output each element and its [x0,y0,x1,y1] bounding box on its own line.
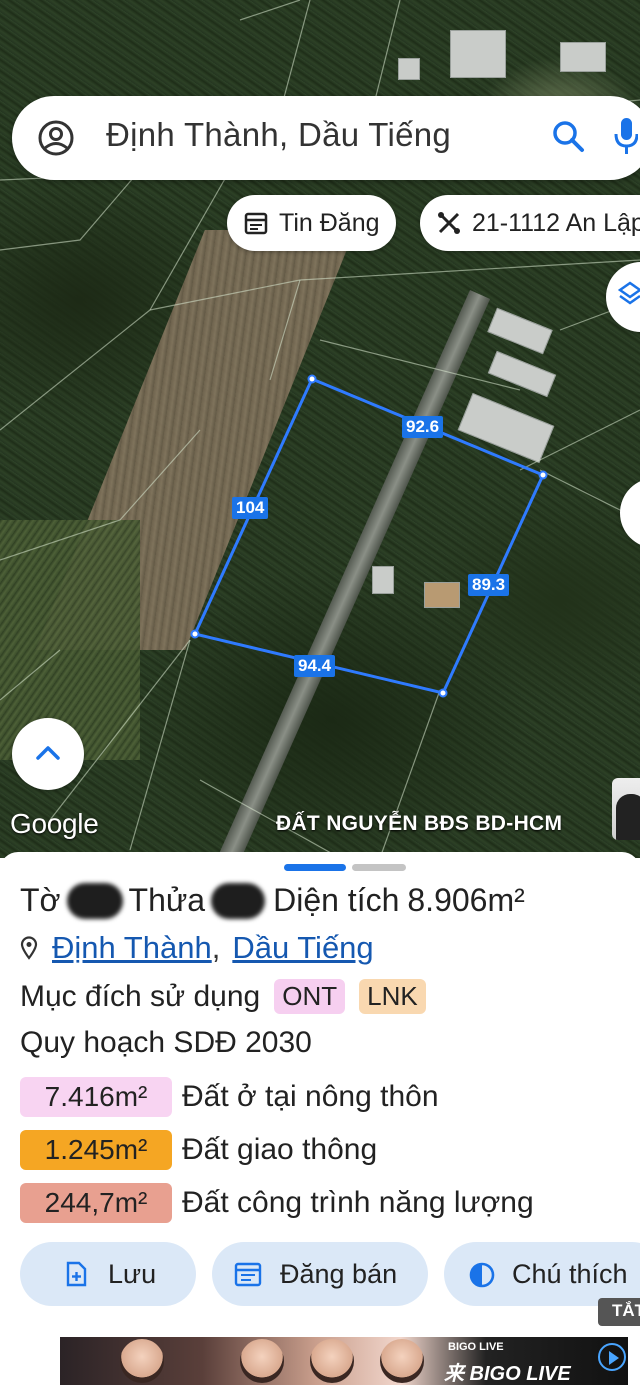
parcel-vertex [307,374,317,384]
area-label: Diện tích [273,882,400,918]
land-use-row: Mục đích sử dụng ONT LNK [20,979,426,1014]
plan-area-badge: 1.245m² [20,1130,172,1170]
ad-play-icon[interactable] [598,1343,626,1371]
save-button[interactable]: Lưu [20,1242,196,1306]
contrast-icon [468,1261,496,1296]
plan-item-label: Đất ở tại nông thôn [182,1080,439,1113]
google-attribution: Google [10,808,99,839]
plan-item: 7.416m² Đất ở tại nông thôn [20,1076,439,1118]
land-use-label: Mục đích sử dụng [20,979,261,1013]
listings-chip-label: Tin Đăng [279,208,380,237]
commune-link[interactable]: Định Thành [52,930,212,966]
parcel-title: Tờ Thửa Diện tích 8.906m² [20,882,525,919]
microphone-icon[interactable] [614,116,639,161]
watermark-text: ĐẤT NGUYỄN BĐS BD-HCM [276,812,563,835]
land-use-tag-lnk: LNK [359,979,426,1014]
ad-brand: 来 BIGO LIVE [444,1363,571,1385]
parcel-vertex [190,629,200,639]
calendar-icon [243,210,269,236]
location-separator: , [211,930,221,965]
district-link[interactable]: Dầu Tiếng [232,930,373,966]
parcel-vertex [538,470,548,480]
satellite-map[interactable]: 92.6 104 89.3 94.4 Định Thành, Dầu Tiếng… [0,0,640,858]
sheet-label: Tờ [20,882,61,918]
post-sale-button-label: Đăng bán [280,1258,398,1289]
land-use-tag-ont: ONT [274,979,346,1014]
legend-button[interactable]: Chú thích [444,1242,640,1306]
ad-banner[interactable]: BIGO LIVE 来 BIGO LIVE [60,1337,628,1385]
plan-item: 244,7m² Đất công trình năng lượng [20,1182,534,1224]
ad-image [240,1339,284,1383]
calendar-icon [234,1261,262,1294]
search-icon[interactable] [550,118,586,159]
measurement-label-south: 94.4 [294,655,336,677]
parcel-ref-chip[interactable]: 21-1112 An Lập [420,195,640,251]
ad-brand-small: BIGO LIVE [448,1341,504,1353]
search-bar[interactable]: Định Thành, Dầu Tiếng [12,96,640,180]
location-row: Định Thành , Dầu Tiếng [20,930,374,966]
add-document-icon [64,1261,88,1294]
measurement-label-north: 92.6 [402,416,444,438]
plan-area-badge: 7.416m² [20,1077,172,1117]
parcel-ref-chip-label: 21-1112 An Lập [472,208,640,237]
parcel-vertex [438,688,448,698]
account-icon[interactable] [36,118,76,163]
tools-icon [436,210,462,236]
plan-item: 1.245m² Đất giao thông [20,1129,377,1171]
post-sale-button[interactable]: Đăng bán [212,1242,428,1306]
location-pin-icon [20,936,38,960]
redacted-plot-number [211,882,266,919]
page-indicator[interactable] [352,864,406,871]
watermark-avatar [612,778,640,840]
redacted-sheet-number [66,882,123,919]
ad-image [310,1339,354,1383]
page-indicator-active[interactable] [284,864,346,871]
legend-button-label: Chú thích [512,1258,628,1289]
search-input[interactable]: Định Thành, Dầu Tiếng [106,116,451,154]
expand-up-button[interactable] [12,718,84,790]
plan-item-label: Đất công trình năng lượng [182,1186,534,1219]
plan-area-badge: 244,7m² [20,1183,172,1223]
measurement-label-east: 89.3 [468,574,510,596]
ad-image [120,1339,164,1383]
plot-label: Thửa [128,882,206,918]
listings-chip[interactable]: Tin Đăng [227,195,396,251]
overlay-off-toggle[interactable]: TẮT [598,1298,640,1326]
parcel-outline [192,377,546,695]
save-button-label: Lưu [108,1258,157,1289]
parcel-info-sheet[interactable]: Tờ Thửa Diện tích 8.906m² Định Thành , D… [0,852,640,1385]
layers-icon [617,280,640,314]
plan-title: Quy hoạch SDĐ 2030 [20,1026,312,1059]
chevron-up-icon [35,743,61,766]
plan-item-label: Đất giao thông [182,1133,378,1166]
area-value: 8.906m² [407,882,525,918]
measurement-label-west: 104 [232,497,269,519]
ad-image [380,1339,424,1383]
